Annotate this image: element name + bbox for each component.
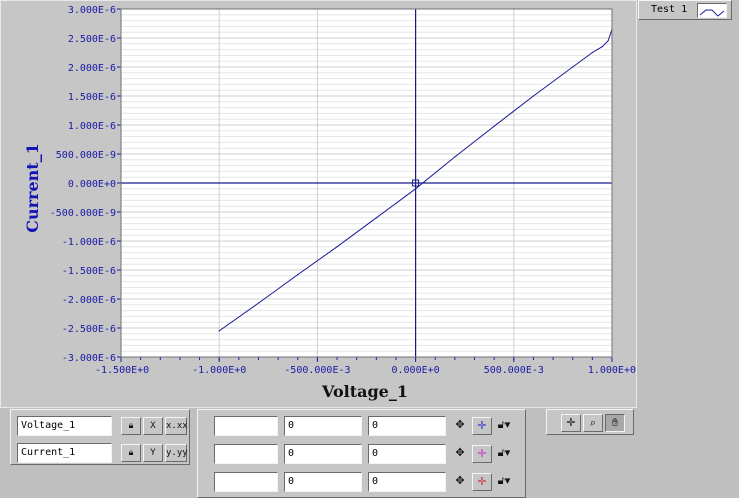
cursor-2-x-field[interactable]: 0 bbox=[284, 444, 362, 464]
y-axis-title: Current_1 bbox=[23, 143, 42, 233]
series-point bbox=[493, 125, 495, 127]
cursor-move-icon[interactable]: ✥ bbox=[450, 473, 470, 491]
y-tick-label: 0.000E+0 bbox=[68, 179, 116, 190]
plot-legend[interactable]: Test 1 bbox=[638, 0, 732, 20]
y-tick-label: -1.000E-6 bbox=[62, 237, 116, 248]
y-tick-label: -500.000E-9 bbox=[50, 208, 116, 219]
x-tick-label: 0.000E+0 bbox=[392, 365, 440, 376]
cursor-style-icon[interactable]: ✛ bbox=[472, 473, 492, 491]
cursor-2-name-field[interactable] bbox=[214, 444, 278, 464]
series-point bbox=[375, 217, 377, 219]
x-autoscale-label: X bbox=[150, 421, 156, 431]
plot-legend-label: Test 1 bbox=[651, 4, 688, 15]
x-format-label: x.xx bbox=[166, 421, 188, 431]
cursor-3-y-field[interactable]: 0 bbox=[368, 472, 446, 492]
lock-icon[interactable]: 🔒︎ bbox=[121, 417, 141, 435]
cursor-style-icon[interactable]: ✛ bbox=[472, 445, 492, 463]
series-point bbox=[591, 51, 593, 54]
scale-legend: Voltage_1 🔒︎ X x.xx Current_1 🔒︎ Y y.yy bbox=[10, 409, 190, 465]
cursor-lock-icon[interactable]: 🔓︎▾ bbox=[494, 417, 514, 435]
cursor-legend: 0 0 ✥ ✛ 🔓︎▾ 0 0 ✥ ✛ 🔓︎▾ 0 0 ✥ ✛ 🔓︎▾ bbox=[197, 409, 526, 498]
y-tick-label: -1.500E-6 bbox=[62, 266, 116, 277]
series-point bbox=[218, 330, 220, 332]
cursor-row-2: 0 0 ✥ ✛ 🔓︎▾ bbox=[214, 444, 524, 464]
y-scale-name[interactable]: Current_1 bbox=[17, 443, 112, 463]
y-tick-label: -2.000E-6 bbox=[62, 295, 116, 306]
series-point bbox=[532, 95, 535, 97]
x-tick-label: 1.000E+0 bbox=[588, 365, 636, 376]
x-tick-label: -500.000E-3 bbox=[284, 365, 350, 376]
x-tick-label: -1.000E+0 bbox=[192, 365, 246, 376]
cursor-2-y-field[interactable]: 0 bbox=[368, 444, 446, 464]
cursor-row-1: 0 0 ✥ ✛ 🔓︎▾ bbox=[214, 416, 524, 436]
series-point bbox=[415, 188, 417, 190]
scale-row-y: Current_1 🔒︎ Y y.yy bbox=[17, 443, 188, 463]
lock-icon[interactable]: 🔒︎ bbox=[121, 444, 141, 462]
y-format-label: y.yy bbox=[166, 448, 188, 458]
y-format-button[interactable]: y.yy bbox=[165, 444, 188, 462]
series-point bbox=[336, 246, 338, 248]
series-point bbox=[454, 156, 456, 158]
x-axis-title: Voltage_1 bbox=[321, 382, 408, 401]
y-tick-label: 2.000E-6 bbox=[68, 63, 116, 74]
y-tick-label: 3.000E-6 bbox=[68, 5, 116, 16]
y-tick-label: 2.500E-6 bbox=[68, 34, 116, 45]
y-autoscale-button[interactable]: Y bbox=[143, 444, 163, 462]
cursor-3-x-field[interactable]: 0 bbox=[284, 472, 362, 492]
cursor-1-x-field[interactable]: 0 bbox=[284, 416, 362, 436]
cursor-1-name-field[interactable] bbox=[214, 416, 278, 436]
cursor-lock-icon[interactable]: 🔓︎▾ bbox=[494, 445, 514, 463]
cursor-1-y-field[interactable]: 0 bbox=[368, 416, 446, 436]
x-format-button[interactable]: x.xx bbox=[165, 417, 188, 435]
line-style-icon bbox=[699, 9, 725, 17]
series-point bbox=[601, 46, 603, 48]
y-tick-label: 1.000E-6 bbox=[68, 121, 116, 132]
y-autoscale-label: Y bbox=[150, 448, 156, 458]
x-tick-label: 500.000E-3 bbox=[484, 365, 544, 376]
y-tick-label: -3.000E-6 bbox=[62, 353, 116, 364]
x-autoscale-button[interactable]: X bbox=[143, 417, 163, 435]
graph-svg[interactable]: 3.000E-6 2.500E-6 2.000E-6 1.500E-6 1.000E-6… bbox=[0, 0, 637, 408]
y-tick-label: 500.000E-9 bbox=[56, 150, 116, 161]
y-tick-label: -2.500E-6 bbox=[62, 324, 116, 335]
scale-row-x: Voltage_1 🔒︎ X x.xx bbox=[17, 416, 188, 436]
x-tick-label: -1.500E+0 bbox=[95, 365, 149, 376]
series-point bbox=[297, 274, 299, 276]
pan-hand-icon[interactable]: ✋︎ bbox=[605, 414, 625, 432]
cursor-3-name-field[interactable] bbox=[214, 472, 278, 492]
zoom-tool-icon[interactable]: ⌕ bbox=[583, 414, 603, 432]
graph-palette: ✛ ⌕ ✋︎ bbox=[546, 409, 634, 435]
series-point bbox=[572, 66, 574, 68]
cursor-move-icon[interactable]: ✥ bbox=[450, 417, 470, 435]
cursor-tool-icon[interactable]: ✛ bbox=[561, 414, 581, 432]
y-tick-label: 1.500E-6 bbox=[68, 92, 116, 103]
plot-style-swatch[interactable] bbox=[697, 3, 727, 18]
x-scale-name[interactable]: Voltage_1 bbox=[17, 416, 112, 436]
series-point bbox=[607, 40, 609, 42]
series-point bbox=[257, 302, 260, 304]
cursor-move-icon[interactable]: ✥ bbox=[450, 445, 470, 463]
cursor-style-icon[interactable]: ✛ bbox=[472, 417, 492, 435]
cursor-row-3: 0 0 ✥ ✛ 🔓︎▾ bbox=[214, 472, 524, 492]
cursor-lock-icon[interactable]: 🔓︎▾ bbox=[494, 473, 514, 491]
graph-panel: 3.000E-6 2.500E-6 2.000E-6 1.500E-6 1.000E-6… bbox=[0, 0, 637, 408]
